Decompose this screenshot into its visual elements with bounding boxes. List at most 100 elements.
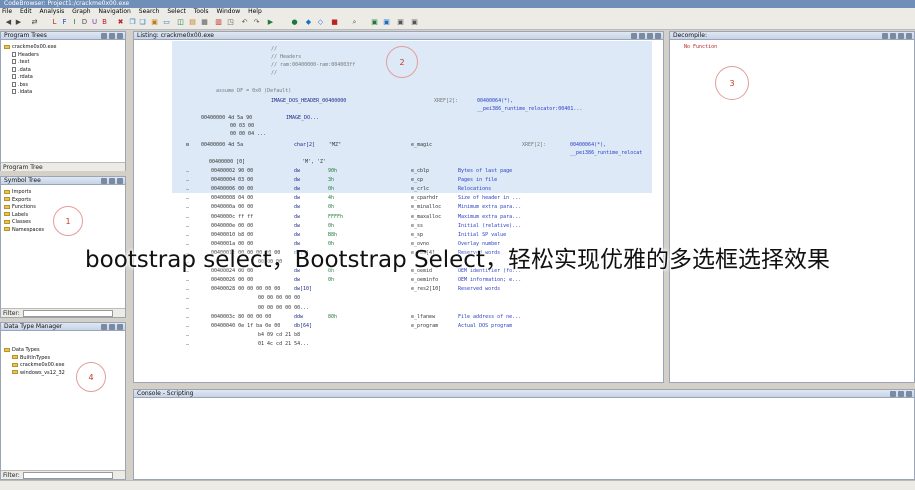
struct-xref-link[interactable]: 00400064(*), [570,142,606,148]
symbol-tree-item[interactable]: Functions [4,204,44,212]
open-icon[interactable]: ▣ [150,18,159,27]
data-type-filter-input[interactable] [23,472,113,479]
row-field[interactable]: e_lfanew [411,314,435,320]
row-field[interactable]: e_minalloc [411,204,441,210]
row-field[interactable]: e_res2[10] [411,286,441,292]
stop-icon[interactable]: ■ [330,18,339,27]
view-2-icon[interactable]: ▣ [382,18,391,27]
console-menu-icon[interactable] [898,391,904,397]
symbol-expand-icon[interactable] [109,178,115,184]
row-field[interactable]: e_maxalloc [411,214,441,220]
symbol-tree-item[interactable]: Namespaces [4,227,44,235]
menu-help[interactable]: Help [248,8,262,15]
view-1-icon[interactable]: ▣ [370,18,379,27]
cross-icon[interactable]: ✖ [116,18,125,27]
row-field[interactable]: e_cparhdr [411,195,438,201]
data-type-root[interactable]: Data Types [4,347,65,355]
script-icon[interactable]: ▶ [266,18,275,27]
struct-xref-link[interactable]: __pei386_runtime_relocat [570,150,642,156]
tree-item[interactable]: Headers [4,51,56,60]
run-icon[interactable]: ● [290,18,299,27]
undefined-icon[interactable]: U [90,18,99,27]
screen-icon[interactable]: ▭ [162,18,171,27]
symbol-tree-item[interactable]: Imports [4,189,44,197]
memory-icon[interactable]: ▤ [188,18,197,27]
symbol-tree-item[interactable]: Exports [4,197,44,205]
image-header-label[interactable]: IMAGE_DOS_HEADER_00400000 [271,98,346,104]
data-icon[interactable]: D [80,18,89,27]
table-icon[interactable]: ▦ [200,18,209,27]
bytes-icon[interactable]: ▥ [214,18,223,27]
tree-item[interactable]: .idata [4,89,56,97]
row-field[interactable]: e_ss [411,223,423,229]
console-close-icon[interactable] [906,391,912,397]
dtm-close-icon[interactable] [117,324,123,330]
tree-root[interactable]: crackme0x00.exe [4,44,56,52]
paste-icon[interactable]: ❏ [138,18,147,27]
xref-link[interactable]: 00400064(*), [477,98,513,104]
redo-icon[interactable]: ↷ [252,18,261,27]
label-icon[interactable]: L [50,18,59,27]
decompiler-refresh-icon[interactable] [882,33,888,39]
dtm-expand-icon[interactable] [109,324,115,330]
listing-snapshot-icon[interactable] [647,33,653,39]
tree-item[interactable]: .bss [4,81,56,90]
row-field[interactable]: e_program [411,323,438,329]
row-field[interactable]: e_oeminfo [411,277,438,283]
menu-analysis[interactable]: Analysis [40,8,65,15]
symbol-item-label: Labels [12,211,29,218]
xref-link[interactable]: __pei386_runtime_relocator:00401... [477,106,582,112]
symbol-close-icon[interactable] [117,178,123,184]
program-tree-tab[interactable]: Program Tree [1,162,125,171]
tree-item[interactable]: .rdata [4,74,56,82]
row-field[interactable]: e_sp [411,232,423,238]
menu-search[interactable]: Search [139,8,160,15]
listing-copy-icon[interactable] [631,33,637,39]
search-icon[interactable]: ⌕ [350,18,359,27]
data-type-item[interactable]: BuiltInTypes [4,355,65,363]
view-4-icon[interactable]: ▣ [410,18,419,27]
menu-window[interactable]: Window [216,8,240,15]
decompiler-export-icon[interactable] [898,33,904,39]
snapshot-icon[interactable]: ◫ [176,18,185,27]
menu-file[interactable]: File [2,8,12,15]
listing-edit-icon[interactable] [639,33,645,39]
symbol-chart-icon[interactable] [101,178,107,184]
flow-icon[interactable]: ◳ [226,18,235,27]
data-type-item[interactable]: windows_vs12_32 [4,370,65,378]
menu-navigation[interactable]: Navigation [99,8,131,15]
function-icon[interactable]: F [60,18,69,27]
tree-item[interactable]: .data [4,66,56,75]
console-clear-icon[interactable] [890,391,896,397]
undo-icon[interactable]: ↶ [240,18,249,27]
symbol-tree-item[interactable]: Classes [4,219,44,227]
instruction-icon[interactable]: I [70,18,79,27]
tree-item[interactable]: .text [4,59,56,67]
back-icon[interactable]: ◀ [4,18,13,27]
row-field[interactable]: e_crlc [411,186,429,192]
step-over-icon[interactable]: ◇ [316,18,325,27]
bookmark-icon[interactable]: B [100,18,109,27]
view-3-icon[interactable]: ▣ [396,18,405,27]
menu-edit[interactable]: Edit [20,8,32,15]
row-field[interactable]: e_cp [411,177,423,183]
data-type-item[interactable]: crackme0x00.exe [4,362,65,370]
collapse-toggle[interactable]: ⊟ [186,142,189,148]
dtm-menu-icon[interactable] [101,324,107,330]
menu-tools[interactable]: Tools [194,8,209,15]
tree-expand-icon[interactable] [109,33,115,39]
step-icon[interactable]: ◆ [304,18,313,27]
copy-icon[interactable]: ❐ [128,18,137,27]
listing-close-icon[interactable] [655,33,661,39]
menu-graph[interactable]: Graph [72,8,90,15]
decompiler-snapshot-icon[interactable] [890,33,896,39]
tree-folder-icon[interactable] [101,33,107,39]
menu-select[interactable]: Select [167,8,186,15]
forward-icon[interactable]: ▶ [14,18,23,27]
tree-close-icon[interactable] [117,33,123,39]
row-field[interactable]: e_cblp [411,168,429,174]
symbol-tree-item[interactable]: Labels [4,212,44,220]
decompiler-close-icon[interactable] [906,33,912,39]
symbol-filter-input[interactable] [23,310,113,317]
navigate-icon[interactable]: ⇄ [30,18,39,27]
